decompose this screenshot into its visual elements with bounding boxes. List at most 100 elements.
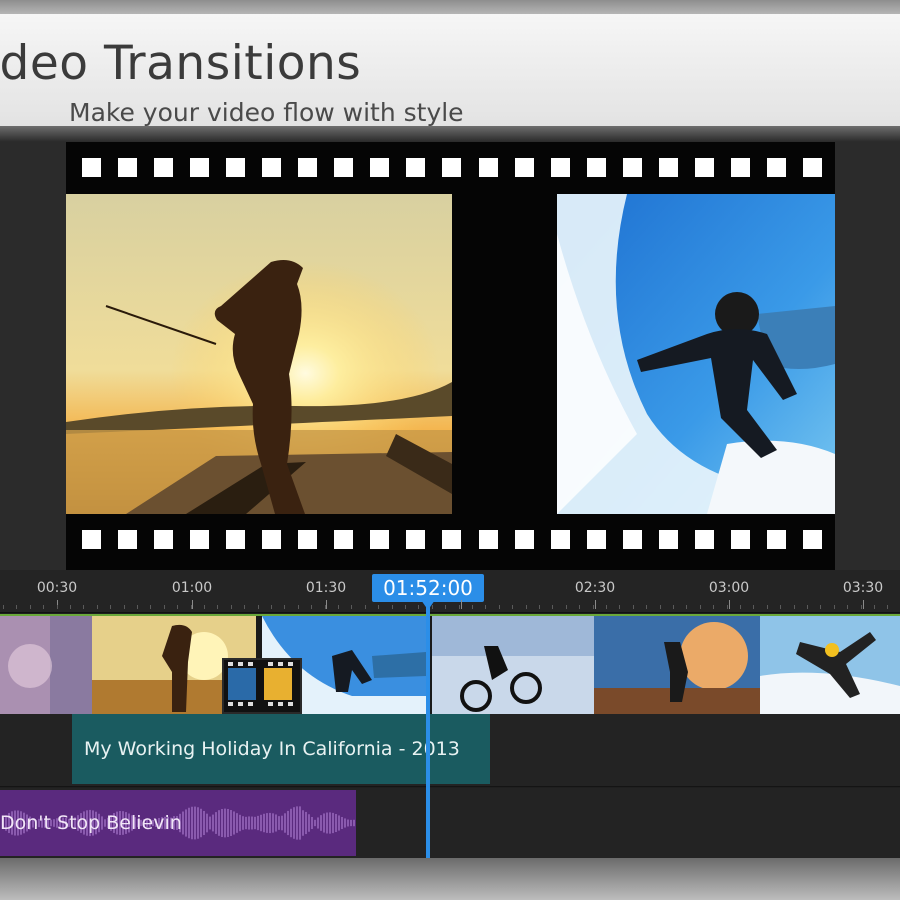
preview-frame-surfer[interactable]	[557, 194, 835, 514]
video-clip[interactable]	[0, 616, 92, 714]
ruler-minor-tick	[606, 605, 607, 609]
film-hole	[226, 158, 246, 177]
ruler-label: 03:30	[842, 580, 884, 596]
video-clip-biker[interactable]	[432, 616, 594, 714]
ruler-label: 01:00	[171, 580, 213, 596]
title-track: My Working Holiday In California - 2013	[0, 714, 900, 787]
transition-marker[interactable]	[222, 658, 302, 714]
film-hole	[658, 158, 678, 177]
ruler-minor-tick	[660, 605, 661, 609]
film-hole	[586, 530, 606, 549]
time-ruler[interactable]: 00:30 01:00 01:30 02:30 03:00 03:30 01:5…	[0, 570, 900, 613]
ruler-tick	[326, 600, 327, 609]
playhead[interactable]	[426, 600, 430, 860]
film-hole	[262, 158, 282, 177]
audio-track: Don't Stop Believin	[0, 788, 900, 858]
ruler-minor-tick	[713, 605, 714, 609]
ruler-minor-tick	[593, 605, 594, 609]
audio-clip[interactable]: Don't Stop Believin	[0, 790, 356, 856]
ruler-minor-tick	[526, 605, 527, 609]
bottom-strip	[0, 858, 900, 900]
film-hole	[694, 530, 714, 549]
film-holes-top	[82, 158, 822, 177]
ruler-minor-tick	[204, 605, 205, 609]
ruler-minor-tick	[646, 605, 647, 609]
ruler-minor-tick	[150, 605, 151, 609]
ruler-minor-tick	[110, 605, 111, 609]
ruler-minor-tick	[365, 605, 366, 609]
ruler-minor-tick	[753, 605, 754, 609]
ruler-minor-tick	[97, 605, 98, 609]
promo-banner: ideo Transitions Make your video flow wi…	[0, 14, 900, 127]
ruler-minor-tick	[459, 605, 460, 609]
film-hole	[730, 158, 750, 177]
film-hole	[190, 158, 210, 177]
preview-frame-fisherman[interactable]	[66, 194, 452, 514]
film-hole	[622, 530, 642, 549]
ruler-label: 02:30	[574, 580, 616, 596]
ruler-minor-tick	[539, 605, 540, 609]
ruler-minor-tick	[740, 605, 741, 609]
playhead-handle[interactable]	[421, 600, 435, 610]
ruler-minor-tick	[271, 605, 272, 609]
film-hole	[586, 158, 606, 177]
transition-icon	[224, 660, 296, 708]
film-hole	[658, 530, 678, 549]
ruler-minor-tick	[43, 605, 44, 609]
ruler-minor-tick	[177, 605, 178, 609]
film-hole	[766, 530, 786, 549]
ruler-label: 00:30	[36, 580, 78, 596]
ruler-minor-tick	[499, 605, 500, 609]
film-holes-bottom	[82, 530, 822, 549]
ruler-minor-tick	[311, 605, 312, 609]
top-strip	[0, 0, 900, 14]
ruler-minor-tick	[887, 605, 888, 609]
ruler-minor-tick	[834, 605, 835, 609]
film-hole	[82, 530, 101, 549]
ruler-minor-tick	[767, 605, 768, 609]
ruler-minor-tick	[137, 605, 138, 609]
film-hole	[802, 158, 822, 177]
ruler-minor-tick	[820, 605, 821, 609]
film-hole	[478, 158, 498, 177]
film-hole	[514, 530, 534, 549]
film-hole	[262, 530, 282, 549]
film-hole	[226, 530, 246, 549]
ruler-minor-tick	[231, 605, 232, 609]
ruler-minor-tick	[566, 605, 567, 609]
ruler-minor-tick	[217, 605, 218, 609]
ruler-minor-tick	[794, 605, 795, 609]
ruler-minor-tick	[298, 605, 299, 609]
video-clip-sunset-run[interactable]	[594, 616, 760, 714]
banner-shadow	[0, 126, 900, 142]
ruler-minor-tick	[392, 605, 393, 609]
audio-clip-label: Don't Stop Believin	[0, 812, 182, 834]
video-clip-skydiver[interactable]	[760, 616, 900, 714]
ruler-minor-tick	[258, 605, 259, 609]
ruler-tick	[863, 600, 864, 609]
ruler-tick	[461, 600, 462, 609]
ruler-minor-tick	[418, 605, 419, 609]
ruler-minor-tick	[579, 605, 580, 609]
film-hole	[514, 158, 534, 177]
film-hole	[622, 158, 642, 177]
ruler-minor-tick	[405, 605, 406, 609]
film-hole	[334, 158, 354, 177]
ruler-minor-tick	[727, 605, 728, 609]
surfer-photo	[557, 194, 835, 514]
ruler-minor-tick	[874, 605, 875, 609]
ruler-minor-tick	[485, 605, 486, 609]
film-hole	[154, 530, 174, 549]
ruler-minor-tick	[619, 605, 620, 609]
ruler-minor-tick	[472, 605, 473, 609]
film-hole	[118, 530, 138, 549]
ruler-minor-tick	[780, 605, 781, 609]
ruler-minor-tick	[338, 605, 339, 609]
ruler-tick	[595, 600, 596, 609]
ruler-minor-tick	[3, 605, 4, 609]
ruler-minor-tick	[512, 605, 513, 609]
ruler-minor-tick	[686, 605, 687, 609]
ruler-label: 03:00	[708, 580, 750, 596]
ruler-minor-tick	[124, 605, 125, 609]
timeline-panel: 00:30 01:00 01:30 02:30 03:00 03:30 01:5…	[0, 570, 900, 858]
